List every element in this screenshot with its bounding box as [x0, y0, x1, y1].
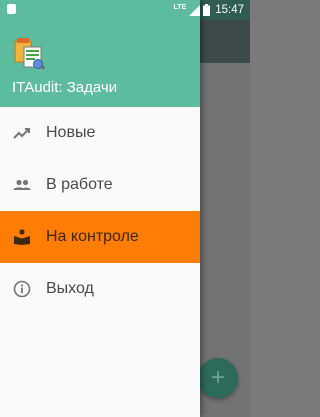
screen: + LTE 15:47 ITAudit: Задачи Новые В рабо…	[0, 0, 250, 417]
menu-item-label: Выход	[46, 280, 94, 297]
menu-item-in-progress[interactable]: В работе	[0, 159, 200, 211]
menu-item-on-control[interactable]: На контроле	[0, 211, 200, 263]
people-icon	[12, 175, 32, 195]
menu-item-label: В работе	[46, 176, 113, 193]
info-icon	[12, 279, 32, 299]
add-fab-button[interactable]: +	[198, 358, 238, 398]
drawer-menu: Новые В работе На контроле Выход	[0, 107, 200, 315]
drawer-header: ITAudit: Задачи	[0, 0, 200, 107]
notification-icon	[7, 4, 16, 14]
book-reader-icon	[12, 227, 32, 247]
plus-icon: +	[210, 364, 225, 391]
menu-item-label: На контроле	[46, 228, 139, 245]
menu-item-exit[interactable]: Выход	[0, 263, 200, 315]
menu-item-label: Новые	[46, 124, 96, 141]
status-indicators: LTE 15:47	[174, 2, 244, 18]
trending-up-icon	[12, 123, 32, 143]
navigation-drawer: ITAudit: Задачи Новые В работе На контро…	[0, 0, 200, 417]
signal-icon	[189, 4, 201, 16]
drawer-title: ITAudit: Задачи	[12, 79, 118, 96]
battery-icon	[203, 4, 211, 16]
app-logo-icon	[14, 38, 46, 70]
lte-indicator: LTE	[173, 3, 187, 11]
menu-item-new[interactable]: Новые	[0, 107, 200, 159]
clock: 15:47	[215, 4, 244, 16]
